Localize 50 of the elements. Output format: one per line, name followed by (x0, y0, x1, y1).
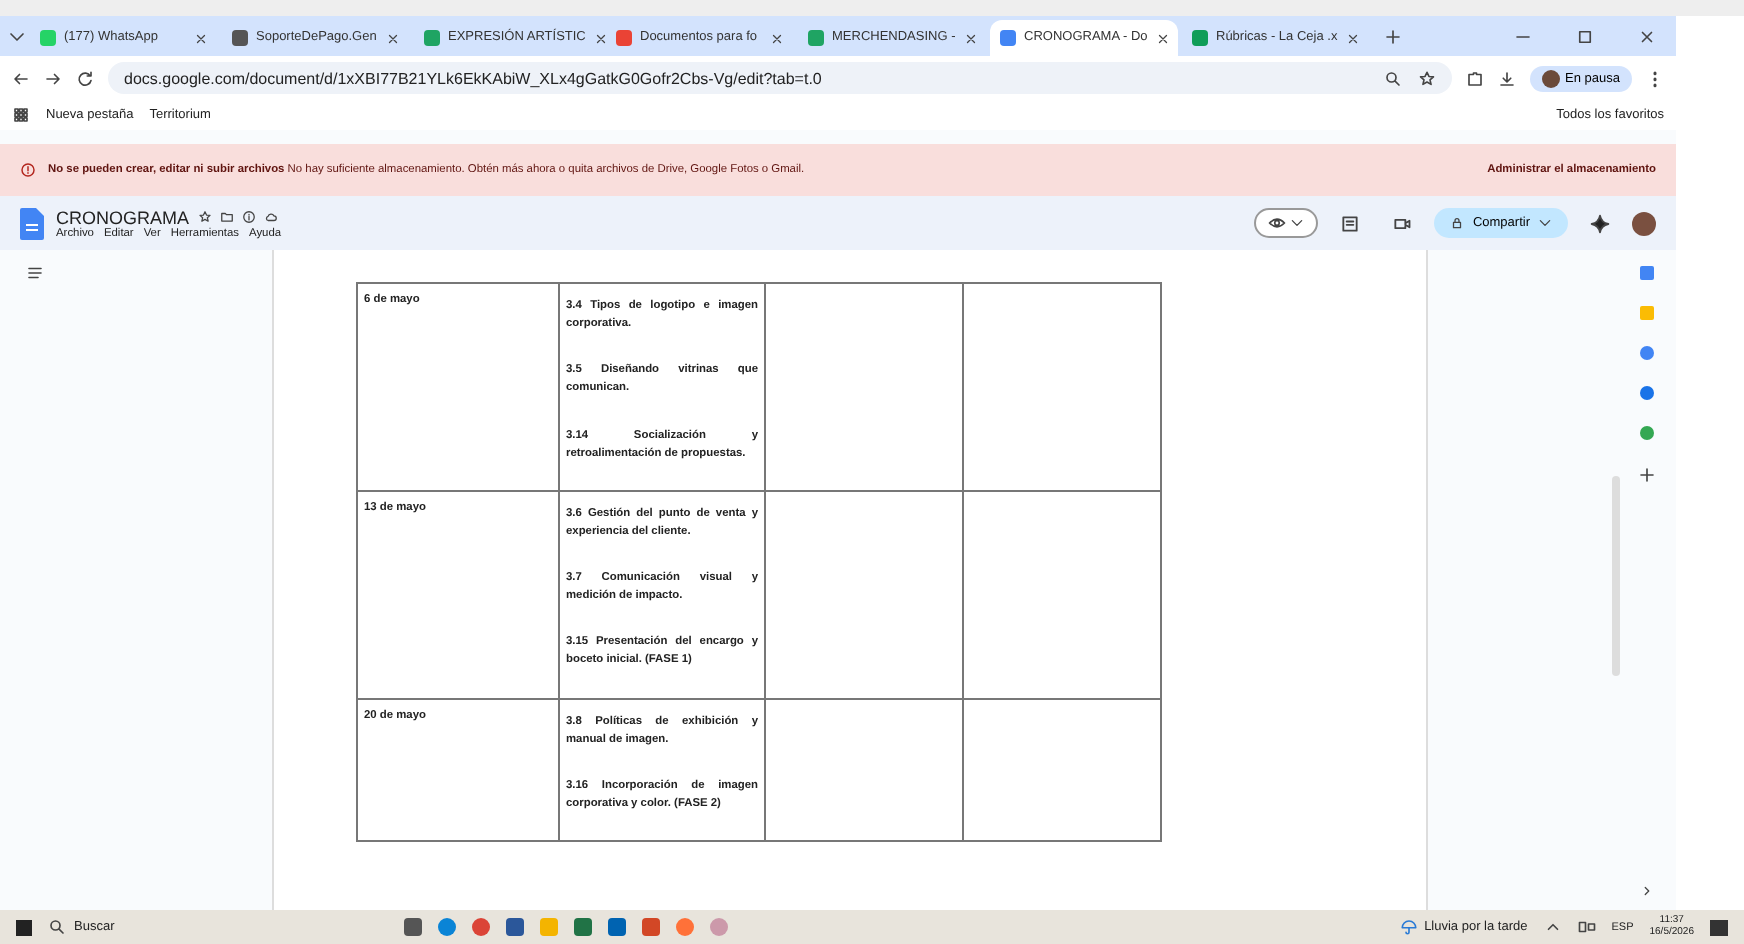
document-title[interactable]: CRONOGRAMA (56, 207, 190, 227)
close-icon[interactable] (770, 31, 784, 45)
caret-icon (1290, 216, 1305, 230)
info-icon[interactable] (241, 210, 256, 224)
caret-icon (1538, 216, 1552, 230)
expand-icon[interactable] (1639, 884, 1653, 898)
outline-icon[interactable] (26, 264, 44, 282)
add-icon[interactable] (1637, 466, 1655, 484)
view-mode-button[interactable] (1254, 208, 1319, 238)
new-tab-icon[interactable] (1384, 27, 1402, 45)
back-icon[interactable] (12, 69, 30, 87)
favicon-icon (1192, 30, 1208, 46)
apps-icon[interactable] (12, 106, 30, 124)
close-icon[interactable] (593, 31, 608, 45)
address-field[interactable]: docs.google.com/document/d/1xXBI77B21YLk6EkKAbiW_XLx4gGatkG0Gofr2Cbs-Vg/edit?tab=t.0 (108, 62, 1452, 94)
forward-icon[interactable] (44, 69, 62, 87)
comment-icon[interactable] (1340, 213, 1361, 233)
close-icon[interactable] (1638, 27, 1656, 45)
extensions-icon[interactable] (1465, 69, 1484, 87)
favicon-icon (1000, 30, 1016, 46)
favicon-icon (808, 30, 824, 46)
warning-icon (20, 162, 36, 178)
scrollbar[interactable] (1612, 476, 1620, 676)
close-icon[interactable] (963, 31, 978, 45)
favicon-icon (424, 30, 440, 46)
favicon-icon (232, 30, 248, 46)
close-icon[interactable] (386, 31, 400, 45)
chevron-up-icon[interactable] (1543, 918, 1562, 936)
umbrella-icon (1400, 918, 1419, 936)
avatar-icon[interactable] (1632, 211, 1656, 235)
sparkle-icon[interactable] (1590, 213, 1610, 233)
close-icon[interactable] (1346, 31, 1360, 45)
close-icon[interactable] (1155, 31, 1170, 45)
zoom-icon[interactable] (1383, 69, 1402, 87)
eye-icon (1268, 214, 1287, 232)
download-icon[interactable] (1497, 69, 1516, 87)
reload-icon[interactable] (76, 69, 94, 87)
star-icon[interactable] (1417, 69, 1436, 87)
tray-icon[interactable] (1577, 918, 1596, 936)
tab-list-icon[interactable] (8, 27, 26, 45)
document-icon (20, 207, 44, 239)
maximize-icon[interactable] (1576, 27, 1594, 45)
favicon-icon (40, 30, 56, 46)
star-icon[interactable] (197, 210, 212, 224)
favicon-icon (616, 30, 632, 46)
lock-icon (1450, 216, 1465, 230)
video-call-icon[interactable] (1392, 213, 1413, 233)
cloud-icon[interactable] (263, 210, 278, 224)
close-icon[interactable] (194, 31, 208, 45)
search-icon (48, 918, 66, 936)
